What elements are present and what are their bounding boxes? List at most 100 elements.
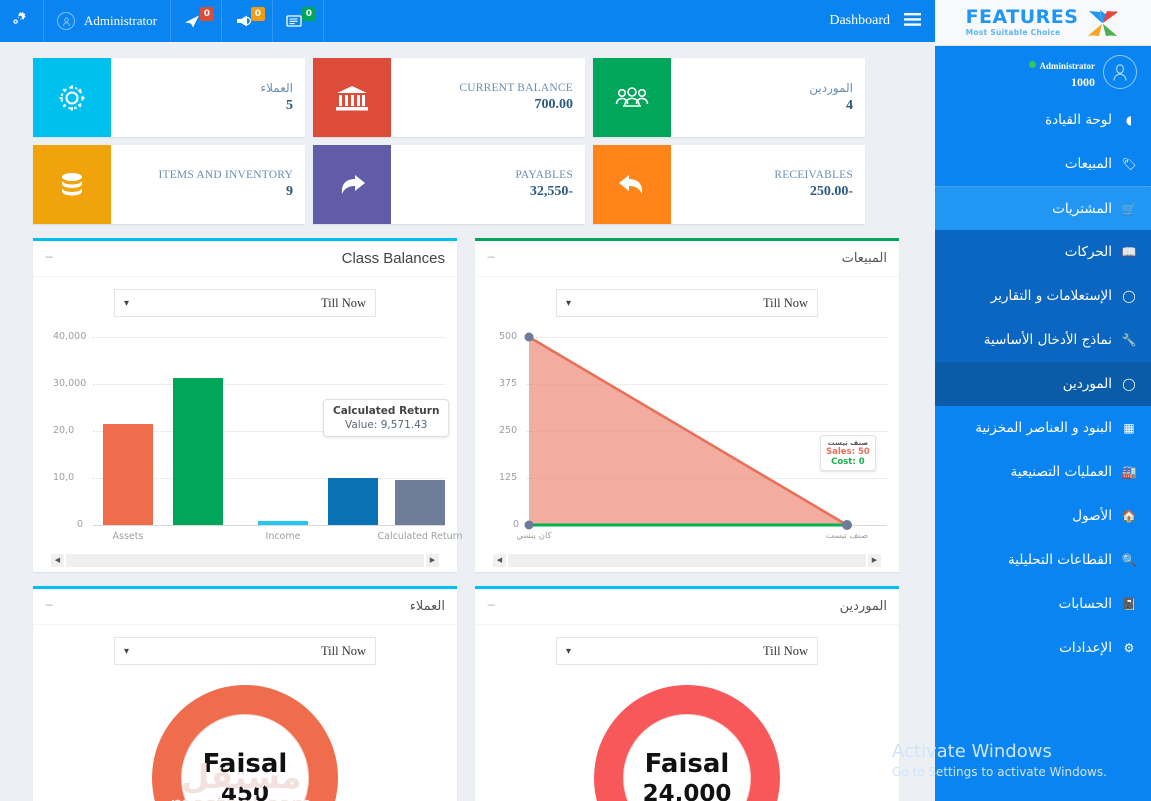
sidebar-item-suppliers[interactable]: ◯ الموردين: [935, 362, 1151, 406]
panel-title: الموردين: [839, 599, 887, 614]
sidebar-item-basic-entry-forms[interactable]: 🔧 نماذج الأدخال الأساسية: [935, 318, 1151, 362]
sidebar-item-items-inventory[interactable]: ▦ البنود و العناصر المخزنية: [935, 406, 1151, 450]
chevron-down-icon: ▾: [566, 297, 572, 309]
stat-value: 4: [846, 98, 853, 113]
sidebar-item-label: المبيعات: [1064, 156, 1112, 172]
hamburger-menu-icon[interactable]: [904, 12, 921, 30]
sidebar-item-label: الأصول: [1072, 508, 1112, 524]
sidebar-item-manufacturing[interactable]: 🏭 العمليات التصنيعية: [935, 450, 1151, 494]
navbar-spacer: [324, 0, 829, 42]
logo-text: FEATURES Most Suitable Choice: [966, 8, 1079, 37]
period-select-suppliers[interactable]: ▾ Till Now: [556, 637, 818, 665]
tag-icon: 🏷: [1121, 157, 1137, 171]
database-icon: [33, 145, 111, 224]
panel-sales: − المبيعات ▾ Till Now 500 375 250 125 0 …: [475, 238, 899, 572]
stat-card-receivables[interactable]: RECEIVABLES 250.00-: [593, 145, 865, 224]
stat-label: PAYABLES: [515, 169, 573, 181]
panel-title: Class Balances: [341, 250, 445, 267]
main-content: RECEIVABLES 250.00- PAYABLES 32,550- ITE…: [0, 42, 935, 801]
sidebar-item-settings[interactable]: ⚙ الإعدادات: [935, 626, 1151, 670]
sidebar-item-dashboard[interactable]: ◖ لوحة القيادة: [935, 98, 1151, 142]
paper-plane-icon: 0: [184, 7, 214, 31]
tooltip-value: Value: 9,571.43: [344, 419, 428, 431]
sidebar-item-label: نماذج الأدخال الأساسية: [983, 332, 1112, 348]
panel-customers: − العملاء ▾ Till Now Faisal 450: [33, 586, 457, 801]
stat-card-customers[interactable]: العملاء 5: [33, 58, 305, 137]
panel-body: ▾ Till Now Faisal 450: [33, 625, 457, 801]
x-tick-label: صنف تيست: [825, 531, 869, 541]
sidebar-item-sales[interactable]: 🏷 المبيعات: [935, 142, 1151, 186]
wrench-icon: 🔧: [1121, 333, 1137, 347]
scrollbar-track[interactable]: [508, 553, 866, 567]
factory-icon: 🏭: [1121, 465, 1137, 479]
donut-center: Faisal 450: [181, 714, 309, 801]
navbar-tasks-button[interactable]: 0: [273, 0, 324, 42]
stat-value: 5: [286, 98, 293, 113]
navbar-gear-button[interactable]: [0, 0, 44, 42]
stat-body: CURRENT BALANCE 700.00: [391, 58, 585, 137]
scroll-right-icon[interactable]: ▶: [426, 553, 439, 567]
panel-header: − المبيعات: [475, 241, 899, 277]
panel-suppliers: − الموردين ▾ Till Now Faisal 24,000: [475, 586, 899, 801]
minus-icon[interactable]: −: [487, 251, 495, 266]
navbar-messages-button[interactable]: 0: [171, 0, 222, 42]
sidebar-user-panel[interactable]: Administrator 1000: [935, 46, 1151, 98]
sidebar-item-label: الموردين: [1062, 376, 1112, 392]
navbar-user[interactable]: Administrator: [44, 0, 171, 42]
sidebar-item-accounts[interactable]: 📓 الحسابات: [935, 582, 1151, 626]
charts-row-1: − Class Balances ▾ Till Now 40,000 30,00…: [0, 224, 935, 572]
minus-icon[interactable]: −: [45, 251, 53, 266]
stat-value: 700.00: [534, 97, 574, 112]
sidebar-item-label: الحركات: [1064, 244, 1112, 260]
scroll-left-icon[interactable]: ◀: [493, 553, 506, 567]
top-navbar: Administrator 0 0 0 Dashboard: [0, 0, 935, 42]
cubes-icon: ▦: [1123, 421, 1135, 435]
arrow-right-icon: [313, 145, 391, 224]
stat-cards-grid: RECEIVABLES 250.00- PAYABLES 32,550- ITE…: [33, 58, 902, 224]
panel-body: ▾ Till Now Faisal 24,000: [475, 625, 899, 801]
notifications-badge: 0: [250, 7, 265, 21]
ledger-icon: 📓: [1121, 597, 1137, 611]
scrollbar-track[interactable]: [66, 553, 424, 567]
sidebar-item-assets[interactable]: 🏠 الأصول: [935, 494, 1151, 538]
donut-value: 450: [220, 780, 269, 801]
arrow-left-icon: [593, 145, 671, 224]
stat-body: ITEMS AND INVENTORY 9: [111, 145, 305, 224]
panel-scrollbar[interactable]: ◀ ▶: [493, 553, 881, 567]
panel-scrollbar[interactable]: ◀ ▶: [51, 553, 439, 567]
stat-card-payables[interactable]: PAYABLES 32,550-: [313, 145, 585, 224]
scroll-left-icon[interactable]: ◀: [51, 553, 64, 567]
stat-card-current-balance[interactable]: CURRENT BALANCE 700.00: [313, 58, 585, 137]
minus-icon[interactable]: −: [487, 599, 495, 614]
home-icon: 🏠: [1121, 509, 1137, 523]
stat-card-suppliers[interactable]: الموردين 4: [593, 58, 865, 137]
area-chart: 500 375 250 125 0 كان يبسي صنف تيست صنف …: [487, 325, 887, 553]
period-select-customers[interactable]: ▾ Till Now: [114, 637, 376, 665]
sidebar-item-label: لوحة القيادة: [1045, 112, 1112, 128]
scroll-right-icon[interactable]: ▶: [868, 553, 881, 567]
period-select-class-balances[interactable]: ▾ Till Now: [114, 289, 376, 317]
panel-header: − العملاء: [33, 589, 457, 625]
sidebar-item-analytic-segments[interactable]: 🔍 القطاعات التحليلية: [935, 538, 1151, 582]
navbar-notifications-button[interactable]: 0: [222, 0, 273, 42]
stat-label: ITEMS AND INVENTORY: [158, 169, 293, 181]
sidebar-item-purchases[interactable]: 🛒 المشتريات: [935, 186, 1151, 230]
bar-income: [258, 521, 308, 525]
online-status-icon: [1028, 61, 1036, 69]
stat-card-items-inventory[interactable]: ITEMS AND INVENTORY 9: [33, 145, 305, 224]
sidebar-item-label: العمليات التصنيعية: [1010, 464, 1112, 480]
y-tick-label: 10,0: [53, 472, 75, 483]
user-avatar-icon: [57, 12, 75, 30]
sidebar-user-meta: Administrator 1000: [1028, 55, 1095, 90]
sidebar-item-inquiries-reports[interactable]: ◯ الإستعلامات و التقارير: [935, 274, 1151, 318]
sidebar-item-transactions[interactable]: 📖 الحركات: [935, 230, 1151, 274]
navbar-right-group: Dashboard: [829, 0, 935, 42]
stat-label: RECEIVABLES: [774, 169, 853, 181]
period-select-sales[interactable]: ▾ Till Now: [556, 289, 818, 317]
binoculars-icon: 🔍: [1121, 553, 1137, 567]
charts-row-2: − العملاء ▾ Till Now Faisal 450 − المورد…: [0, 572, 935, 801]
gear-icon: ⚙: [1123, 641, 1135, 655]
gear-icon: [13, 11, 30, 31]
app-logo[interactable]: FEATURES Most Suitable Choice: [935, 0, 1151, 46]
minus-icon[interactable]: −: [45, 599, 53, 614]
